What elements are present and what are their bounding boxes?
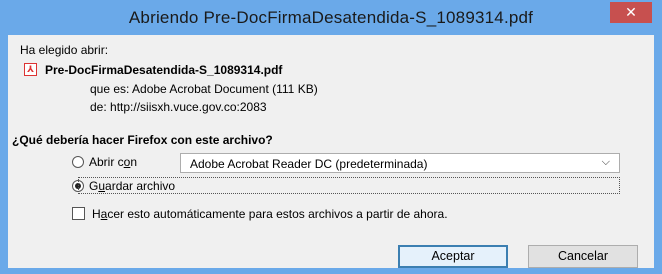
intro-label: Ha elegido abrir: <box>20 43 109 57</box>
dialog-body: Ha elegido abrir: ⅄ Pre-DocFirmaDesatend… <box>8 35 654 268</box>
chevron-down-icon: ⌵ <box>601 156 610 168</box>
file-name: Pre-DocFirmaDesatendida-S_1089314.pdf <box>45 63 283 77</box>
title-bar[interactable]: Abriendo Pre-DocFirmaDesatendida-S_10893… <box>1 1 661 35</box>
application-select[interactable]: Adobe Acrobat Reader DC (predeterminada)… <box>180 153 620 173</box>
auto-action-label[interactable]: Hacer esto automáticamente para estos ar… <box>92 207 448 221</box>
save-file-label[interactable]: Guardar archivo <box>89 179 175 193</box>
accept-button[interactable]: Aceptar <box>398 245 508 268</box>
download-dialog: Abriendo Pre-DocFirmaDesatendida-S_10893… <box>0 0 662 274</box>
open-with-label[interactable]: Abrir con <box>89 155 137 169</box>
auto-action-checkbox[interactable] <box>72 207 85 220</box>
window-title: Abriendo Pre-DocFirmaDesatendida-S_10893… <box>128 8 534 27</box>
open-with-radio[interactable] <box>72 156 84 168</box>
action-question: ¿Qué debería hacer Firefox con este arch… <box>12 133 273 147</box>
file-source: de: http://siisxh.vuce.gov.co:2083 <box>90 100 267 114</box>
close-button[interactable]: ✕ <box>610 2 652 23</box>
close-icon: ✕ <box>625 4 637 20</box>
file-type: que es: Adobe Acrobat Document (111 KB) <box>90 82 318 96</box>
application-select-value: Adobe Acrobat Reader DC (predeterminada) <box>190 157 428 171</box>
cancel-button[interactable]: Cancelar <box>528 245 638 268</box>
pdf-icon: ⅄ <box>24 63 37 76</box>
